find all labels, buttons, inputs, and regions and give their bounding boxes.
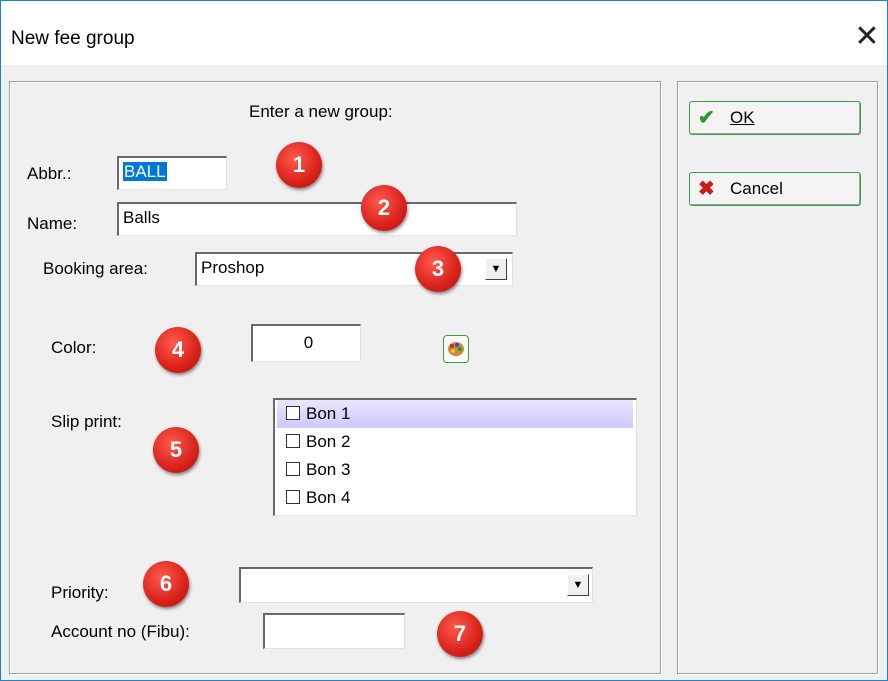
- booking-area-select[interactable]: Proshop: [195, 252, 513, 286]
- button-panel: [677, 81, 879, 675]
- abbr-input[interactable]: BALL: [117, 156, 227, 190]
- list-item[interactable]: Bon 2: [277, 428, 633, 456]
- annotation-badge: 3: [415, 246, 461, 292]
- cancel-button[interactable]: ✖ Cancel: [689, 172, 861, 206]
- chevron-down-icon[interactable]: ▼: [485, 258, 507, 280]
- list-item-label: Bon 3: [306, 460, 351, 479]
- checkbox[interactable]: [286, 462, 300, 476]
- dialog-title: New fee group: [11, 28, 135, 49]
- close-icon[interactable]: ✕: [849, 19, 885, 55]
- booking-area-value: Proshop: [201, 258, 265, 277]
- cancel-button-label: Cancel: [730, 179, 783, 198]
- form-heading: Enter a new group:: [249, 102, 393, 121]
- list-item-label: Bon 2: [306, 432, 351, 451]
- color-input[interactable]: 0: [251, 324, 361, 362]
- annotation-badge: 7: [437, 611, 483, 657]
- x-icon: ✖: [698, 178, 715, 200]
- name-input[interactable]: Balls: [117, 202, 517, 236]
- account-input[interactable]: [263, 613, 405, 649]
- ok-button[interactable]: ✔ OK: [689, 101, 861, 135]
- title-bar: New fee group ✕: [1, 1, 887, 65]
- annotation-badge: 5: [153, 427, 199, 473]
- abbr-value: BALL: [123, 162, 167, 181]
- annotation-badge: 1: [276, 142, 322, 188]
- list-item[interactable]: Bon 3: [277, 456, 633, 484]
- abbr-label: Abbr.:: [27, 164, 72, 183]
- list-item-label: Bon 1: [306, 404, 351, 423]
- list-item[interactable]: Bon 1: [277, 400, 633, 428]
- checkbox[interactable]: [286, 406, 300, 420]
- slip-print-list[interactable]: Bon 1 Bon 2 Bon 3 Bon 4: [273, 398, 637, 516]
- checkbox[interactable]: [286, 434, 300, 448]
- checkbox[interactable]: [286, 490, 300, 504]
- name-label: Name:: [27, 214, 78, 233]
- annotation-badge: 4: [155, 327, 201, 373]
- account-label: Account no (Fibu):: [51, 622, 190, 641]
- list-item-label: Bon 4: [306, 488, 351, 507]
- booking-area-label: Booking area:: [43, 259, 148, 278]
- checkmark-icon: ✔: [698, 107, 715, 129]
- priority-label: Priority:: [51, 583, 109, 602]
- annotation-badge: 6: [143, 561, 189, 607]
- slip-print-label: Slip print:: [51, 412, 122, 431]
- annotation-badge: 2: [361, 185, 407, 231]
- ok-button-label: OK: [730, 108, 755, 127]
- palette-icon[interactable]: [443, 335, 469, 363]
- chevron-down-icon[interactable]: ▼: [567, 574, 589, 596]
- color-label: Color:: [51, 338, 97, 357]
- list-item[interactable]: Bon 4: [277, 484, 633, 512]
- priority-select[interactable]: [239, 567, 593, 603]
- dialog-window: New fee group ✕ Enter a new group: Abbr.…: [0, 0, 888, 681]
